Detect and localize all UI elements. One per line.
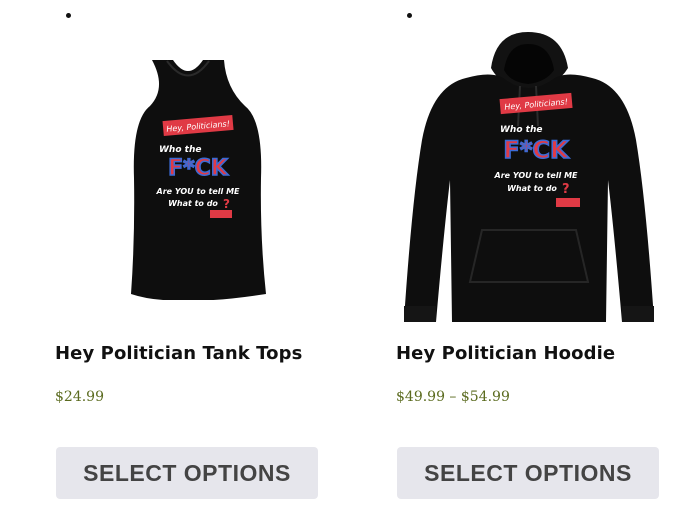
product-title[interactable]: Hey Politician Tank Tops — [55, 343, 302, 364]
product-image-link[interactable]: Hey, Politicians! Who the F*CK Are YOU t… — [396, 30, 661, 325]
product-price: $49.99 – $54.99 — [396, 389, 510, 405]
tank-top-image: Hey, Politicians! Who the F*CK Are YOU t… — [131, 60, 266, 300]
hoodie-image: Hey, Politicians! Who the F*CK Are YOU t… — [404, 32, 654, 322]
print-line-3: Are YOU to tell ME — [156, 187, 241, 196]
list-bullet — [407, 13, 412, 18]
product-image-link[interactable]: Hey, Politicians! Who the F*CK Are YOU t… — [55, 58, 320, 300]
product-price: $24.99 — [55, 389, 104, 405]
select-options-button[interactable]: SELECT OPTIONS — [397, 447, 659, 499]
print-line-3: Are YOU to tell ME — [494, 171, 579, 180]
print-line-1: Who the — [500, 125, 542, 135]
print-line-4: What to do — [168, 199, 218, 208]
print-question-mark: ? — [562, 182, 570, 197]
print-big-word: F*CK — [503, 136, 570, 164]
print-question-mark: ? — [223, 197, 230, 211]
list-bullet — [66, 13, 71, 18]
print-logo — [556, 198, 580, 207]
print-logo — [210, 210, 232, 218]
select-options-button[interactable]: SELECT OPTIONS — [56, 447, 318, 499]
product-grid: Hey, Politicians! Who the F*CK Are YOU t… — [0, 0, 688, 522]
print-line-4: What to do — [507, 184, 557, 193]
print-big-word: F*CK — [168, 156, 229, 181]
print-line-1: Who the — [159, 145, 201, 155]
product-title[interactable]: Hey Politician Hoodie — [396, 343, 615, 364]
